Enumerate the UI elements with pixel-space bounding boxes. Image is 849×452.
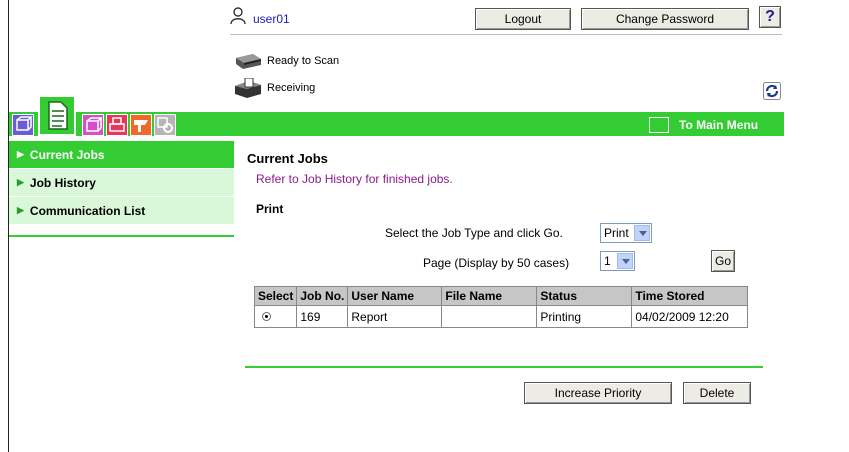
page-value: 1 xyxy=(604,254,611,268)
sidebar: ▶ Current Jobs ▶ Job History ▶ Communica… xyxy=(9,141,234,225)
chevron-down-icon xyxy=(617,253,633,269)
history-note: Refer to Job History for finished jobs. xyxy=(256,172,453,186)
job-type-label: Select the Job Type and click Go. xyxy=(385,226,563,240)
scan-status-text: Ready to Scan xyxy=(267,55,340,67)
triangle-right-icon: ▶ xyxy=(17,205,24,215)
content-divider xyxy=(245,366,763,368)
menu-icon xyxy=(649,117,669,133)
col-time-stored: Time Stored xyxy=(631,286,749,306)
logout-button[interactable]: Logout xyxy=(475,8,571,30)
top-divider xyxy=(230,34,782,35)
select-cell xyxy=(253,305,298,328)
chevron-down-icon xyxy=(634,225,650,241)
tab-job-icon[interactable] xyxy=(38,95,76,136)
triangle-right-icon: ▶ xyxy=(17,149,24,159)
sidebar-item-job-history[interactable]: ▶ Job History xyxy=(9,169,234,197)
tab-system-icon[interactable] xyxy=(12,114,34,136)
tab-box-icon[interactable] xyxy=(82,114,104,136)
sidebar-item-communication-list[interactable]: ▶ Communication List xyxy=(9,197,234,225)
job-type-select[interactable]: Print xyxy=(600,223,652,243)
col-user-name: User Name xyxy=(347,286,443,306)
page-label: Page (Display by 50 cases) xyxy=(423,256,570,270)
table-row: 169 Report Printing 04/02/2009 12:20 xyxy=(253,305,749,328)
status-cell: Printing xyxy=(536,305,633,328)
user-icon xyxy=(230,7,246,25)
fax-status: Receiving xyxy=(233,78,315,98)
page-title: Current Jobs xyxy=(247,151,328,166)
tab-store-address-icon[interactable] xyxy=(130,114,152,136)
delete-button[interactable]: Delete xyxy=(683,382,751,404)
sidebar-divider xyxy=(9,235,234,237)
scanner-icon xyxy=(236,54,261,69)
section-print-heading: Print xyxy=(256,202,284,216)
triangle-right-icon: ▶ xyxy=(17,177,24,187)
col-job-no: Job No. xyxy=(296,286,349,306)
job-no-cell: 169 xyxy=(296,305,349,328)
col-file-name: File Name xyxy=(441,286,538,306)
tab-admin-icon[interactable] xyxy=(154,114,176,136)
to-main-menu-label: To Main Menu xyxy=(679,118,759,132)
top-bar: user01 Logout Change Password ? xyxy=(230,6,782,36)
sidebar-item-current-jobs[interactable]: ▶ Current Jobs xyxy=(9,141,234,169)
refresh-icon[interactable] xyxy=(763,82,781,100)
page-select[interactable]: 1 xyxy=(600,251,635,271)
col-select: Select xyxy=(253,286,298,306)
sidebar-item-label: Job History xyxy=(29,175,96,190)
left-frame-border xyxy=(8,0,9,452)
receive-status-text: Receiving xyxy=(267,82,316,94)
job-type-value: Print xyxy=(604,226,629,240)
sidebar-item-label: Communication List xyxy=(29,203,146,218)
change-password-button[interactable]: Change Password xyxy=(581,8,749,30)
sidebar-item-label: Current Jobs xyxy=(29,147,105,162)
go-button[interactable]: Go xyxy=(711,250,735,272)
fax-receive-icon xyxy=(235,78,261,98)
col-status: Status xyxy=(536,286,633,306)
to-main-menu-link[interactable]: To Main Menu xyxy=(649,116,758,134)
jobs-table: Select Job No. User Name File Name Statu… xyxy=(253,286,749,328)
tab-print-icon[interactable] xyxy=(106,114,128,136)
user-name-cell: Report xyxy=(347,305,443,328)
help-button[interactable]: ? xyxy=(759,6,781,28)
file-name-cell xyxy=(441,305,538,328)
scanner-status: Ready to Scan xyxy=(233,51,339,71)
table-header-row: Select Job No. User Name File Name Statu… xyxy=(253,286,749,306)
time-stored-cell: 04/02/2009 12:20 xyxy=(631,305,749,328)
username-link[interactable]: user01 xyxy=(253,12,290,26)
increase-priority-button[interactable]: Increase Priority xyxy=(524,382,672,404)
job-select-radio[interactable] xyxy=(262,311,271,321)
